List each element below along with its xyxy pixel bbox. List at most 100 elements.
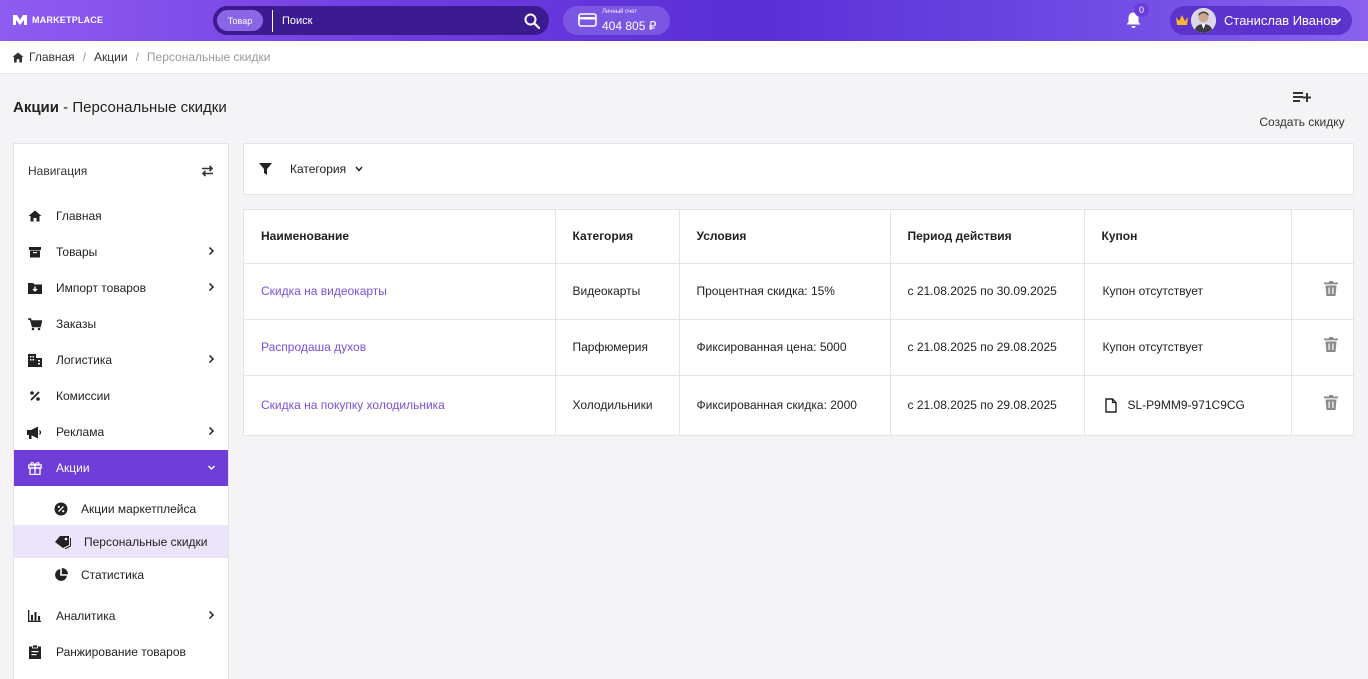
filter-panel: Категория <box>243 143 1354 195</box>
user-menu[interactable]: Станислав Иванов <box>1170 6 1352 35</box>
sidebar-item-products[interactable]: Товары <box>14 234 228 270</box>
page-title-dash: - <box>59 99 73 116</box>
cell-category: Холодильники <box>555 375 680 435</box>
percent-icon <box>27 389 42 403</box>
cell-coupon: Купон отсутствует <box>1084 263 1292 320</box>
building-icon <box>27 353 42 367</box>
table-row: Распродаша духов Парфюмерия Фиксированна… <box>244 319 1353 376</box>
sidebar-item-analytics[interactable]: Аналитика <box>14 598 228 634</box>
coupon-text: Купон отсутствует <box>1102 284 1204 298</box>
column-header-conditions: Условия <box>679 210 891 264</box>
breadcrumb-home[interactable]: Главная <box>29 50 75 64</box>
logo[interactable]: MARKETPLACE <box>12 11 103 29</box>
cell-category: Парфюмерия <box>555 319 680 376</box>
submenu-spacer <box>14 591 228 598</box>
pie-chart-icon <box>55 567 68 581</box>
sidebar-subitem-personal-discounts[interactable]: Персональные скидки <box>14 525 228 558</box>
user-name: Станислав Иванов <box>1224 13 1338 28</box>
table-header-row: Наименование Категория Условия Период де… <box>244 210 1353 264</box>
sidebar-item-logistics[interactable]: Логистика <box>14 342 228 378</box>
trash-icon[interactable] <box>1323 336 1338 352</box>
sidebar-item-label: Реклама <box>56 425 105 439</box>
discount-name-link[interactable]: Распродаша духов <box>261 340 366 354</box>
sidebar-item-promotions[interactable]: Акции <box>14 450 228 486</box>
account-label: Личный счет <box>602 9 638 15</box>
sidebar-item-label: Логистика <box>56 353 113 367</box>
breadcrumb: Главная / Акции / Персональные скидки <box>0 41 1368 74</box>
home-icon <box>27 209 42 223</box>
chevron-right-icon <box>208 282 215 292</box>
table-row: Скидка на видеокарты Видеокарты Процентн… <box>244 263 1353 320</box>
sidebar-heading: Навигация <box>28 164 88 178</box>
sidebar-item-label: Товары <box>56 245 98 259</box>
credit-card-icon <box>578 13 597 27</box>
sidebar-item-ranking[interactable]: Ранжирование товаров <box>14 634 228 670</box>
sidebar-item-label: Импорт товаров <box>56 281 146 295</box>
home-icon[interactable] <box>12 52 24 63</box>
filter-icon <box>259 163 272 175</box>
percent-badge-icon <box>54 502 68 515</box>
column-header-coupon: Купон <box>1084 210 1292 264</box>
trash-icon[interactable] <box>1323 280 1338 296</box>
sidebar-item-label: Акции <box>56 461 90 475</box>
bar-chart-icon <box>27 609 42 623</box>
chevron-down-icon <box>208 465 215 471</box>
create-discount-button[interactable]: Создать скидку <box>1252 88 1352 134</box>
cell-coupon: Купон отсутствует <box>1084 319 1292 376</box>
trash-icon[interactable] <box>1323 394 1338 410</box>
sidebar-item-orders[interactable]: Заказы <box>14 306 228 342</box>
sidebar-item-label: Заказы <box>56 317 97 331</box>
category-filter[interactable]: Категория <box>290 162 346 176</box>
tags-icon <box>55 535 71 549</box>
sidebar-item-label: Аналитика <box>56 609 116 623</box>
chevron-down-icon <box>1333 18 1342 24</box>
breadcrumb-separator: / <box>135 50 139 64</box>
sidebar-header: Навигация <box>14 144 228 198</box>
sidebar-item-home[interactable]: Главная <box>14 198 228 234</box>
coupon-code-text: SL-P9MM9-971C9CG <box>1127 398 1245 413</box>
swap-icon[interactable] <box>201 165 214 177</box>
sidebar-subitem-marketplace-promotions[interactable]: Акции маркетплейса <box>14 492 228 525</box>
search-divider <box>272 9 273 32</box>
cell-conditions: Процентная скидка: 15% <box>679 263 891 320</box>
coupon-code[interactable]: SL-P9MM9-971C9CG <box>1102 398 1291 413</box>
page-title: Акции - Персональные скидки <box>13 99 227 116</box>
crown-icon <box>1176 15 1188 25</box>
cell-period: с 21.08.2025 по 30.09.2025 <box>890 263 1085 320</box>
folder-download-icon <box>27 281 42 295</box>
search-input[interactable]: Поиск <box>282 15 524 27</box>
discount-name-link[interactable]: Скидка на видеокарты <box>261 284 387 298</box>
sidebar-item-advertising[interactable]: Реклама <box>14 414 228 450</box>
cell-category: Видеокарты <box>555 263 680 320</box>
account-balance-button[interactable]: Личный счет 404 805 ₽ <box>563 6 670 35</box>
logo-text: MARKETPLACE <box>32 15 104 25</box>
chevron-down-icon[interactable] <box>355 166 363 172</box>
cell-actions <box>1291 375 1353 435</box>
column-header-period: Период действия <box>890 210 1085 264</box>
table-row: Скидка на покупку холодильника Холодильн… <box>244 375 1353 435</box>
clipboard-icon <box>27 645 42 659</box>
search-bar: Товар Поиск <box>213 6 549 35</box>
megaphone-icon <box>27 425 42 439</box>
search-icon[interactable] <box>524 13 540 29</box>
top-bar: MARKETPLACE Товар Поиск Личный счет 404 … <box>0 0 1368 41</box>
cell-actions <box>1291 319 1353 376</box>
search-scope-button[interactable]: Товар <box>217 10 263 31</box>
column-header-category: Категория <box>555 210 680 264</box>
sidebar-subitem-label: Статистика <box>81 567 145 582</box>
sidebar-subitem-statistics[interactable]: Статистика <box>14 558 228 591</box>
gift-icon <box>27 461 42 475</box>
breadcrumb-promotions[interactable]: Акции <box>94 50 128 64</box>
avatar <box>1191 8 1216 33</box>
sidebar-subitem-label: Акции маркетплейса <box>81 501 197 516</box>
cell-period: с 21.08.2025 по 29.08.2025 <box>890 375 1085 435</box>
cell-conditions: Фиксированная цена: 5000 <box>679 319 891 376</box>
file-icon <box>1104 398 1117 413</box>
sidebar-item-import[interactable]: Импорт товаров <box>14 270 228 306</box>
cell-actions <box>1291 263 1353 320</box>
sidebar: Навигация Главная Товары Импорт товаров … <box>13 143 229 679</box>
sidebar-item-commissions[interactable]: Комиссии <box>14 378 228 414</box>
discount-name-link[interactable]: Скидка на покупку холодильника <box>261 398 445 412</box>
cart-icon <box>27 317 42 331</box>
sidebar-item-label: Комиссии <box>56 389 111 403</box>
